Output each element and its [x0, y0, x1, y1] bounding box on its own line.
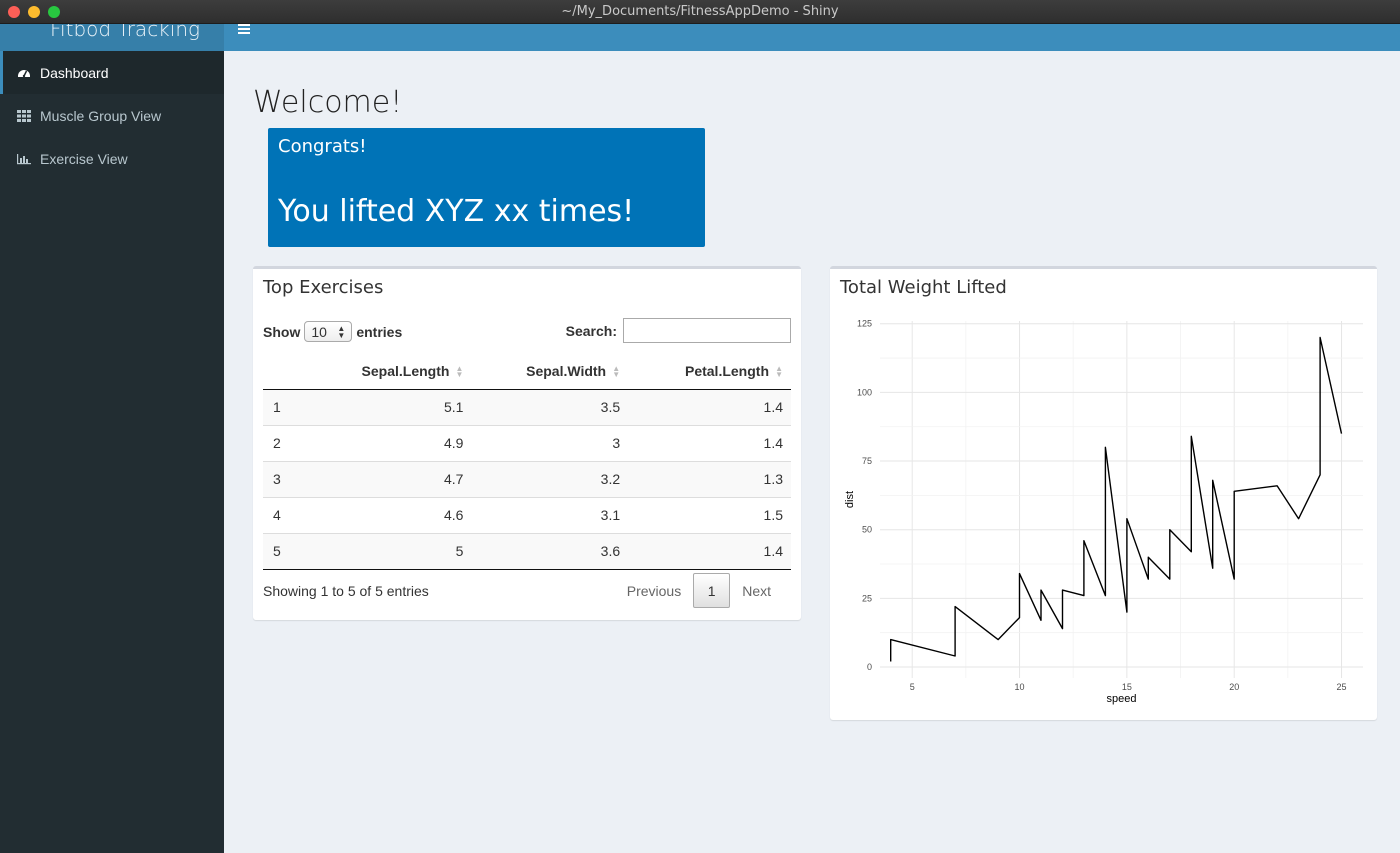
sort-icon: ▲ ▼	[775, 364, 783, 380]
bar-chart-icon	[17, 152, 31, 166]
sidebar-item-muscle-group-view[interactable]: Muscle Group View	[0, 94, 224, 137]
table-cell: 1.4	[628, 532, 791, 570]
window-controls	[8, 6, 60, 18]
table-cell: 3	[471, 424, 629, 461]
select-arrows-icon: ▲ ▼	[337, 323, 346, 340]
table-cell: 3.6	[471, 532, 629, 570]
minimize-window-button[interactable]	[28, 6, 40, 18]
search-input[interactable]	[623, 318, 791, 343]
table-cell: 2	[263, 424, 303, 461]
table-cell: 3.5	[471, 389, 629, 425]
table-header-row: Sepal.Length ▲ ▼ Sepal.Width ▲ ▼ Petal.Lengt…	[263, 353, 791, 390]
previous-page-button[interactable]: Previous	[615, 583, 693, 599]
x-tick-label: 15	[1122, 682, 1132, 692]
app-header: Fitbod Tracking	[0, 24, 1400, 51]
zoom-window-button[interactable]	[48, 6, 60, 18]
table-cell: 1	[263, 389, 303, 425]
column-header-label: Sepal.Length	[361, 362, 450, 379]
sidebar: Dashboard Muscle Group View Exercise Vie…	[0, 51, 224, 853]
table-cell: 3	[263, 460, 303, 497]
sidebar-item-label: Dashboard	[40, 64, 109, 81]
entries-select[interactable]: 10 ▲ ▼	[304, 321, 353, 342]
data-table: Sepal.Length ▲ ▼ Sepal.Width ▲ ▼ Petal.Lengt…	[263, 353, 791, 570]
table-cell: 5	[263, 532, 303, 570]
table-search: Search:	[566, 318, 791, 343]
entries-length-control: Show 10 ▲ ▼ entries	[263, 321, 402, 342]
table-cell: 4.6	[302, 496, 472, 533]
sort-icon: ▲ ▼	[612, 364, 621, 380]
search-label: Search:	[565, 322, 617, 339]
table-cell: 1.3	[628, 460, 791, 497]
table-cell: 3.1	[471, 496, 629, 533]
pagination: Previous 1 Next	[615, 573, 783, 608]
series-line	[890, 336, 1343, 662]
table-cell: 4.7	[302, 460, 472, 497]
sidebar-item-dashboard[interactable]: Dashboard	[0, 51, 224, 94]
y-axis-label: dist	[844, 491, 856, 508]
sidebar-item-label: Muscle Group View	[40, 107, 162, 124]
close-window-button[interactable]	[8, 6, 20, 18]
entries-select-value: 10	[311, 323, 327, 340]
table-cell: 5	[302, 532, 472, 570]
y-tick-label: 125	[857, 319, 872, 329]
column-header-sepal-length[interactable]: Sepal.Length ▲ ▼	[302, 353, 472, 390]
app-logo-text: Fitbod Tracking	[50, 24, 200, 41]
top-exercises-box: Top Exercises Show 10 ▲ ▼ entries Search:…	[253, 266, 801, 620]
x-tick-label: 20	[1229, 682, 1239, 692]
table-row: 4 4.6 3.1 1.5	[263, 496, 791, 533]
table-row: 2 4.9 3 1.4	[263, 424, 791, 461]
table-cell: 1.4	[628, 389, 791, 425]
y-tick-label: 50	[862, 525, 872, 535]
y-tick-label: 25	[862, 593, 872, 603]
box-title: Top Exercises	[263, 277, 384, 298]
column-header-sepal-width[interactable]: Sepal.Width ▲ ▼	[471, 353, 629, 390]
table-cell: 1.4	[628, 424, 791, 461]
column-header-label: Sepal.Width	[526, 362, 607, 379]
table-cell: 4.9	[302, 424, 472, 461]
table-cell: 4	[263, 496, 303, 533]
y-tick-label: 75	[862, 456, 872, 466]
top-navbar	[224, 24, 1400, 51]
x-tick-label: 10	[1015, 682, 1025, 692]
value-box: Congrats! You lifted XYZ xx times!	[268, 128, 705, 247]
table-cell: 1.5	[628, 496, 791, 533]
page-1-button[interactable]: 1	[693, 573, 731, 608]
th-icon	[17, 109, 31, 123]
value-box-value: You lifted XYZ xx times!	[278, 194, 635, 229]
app-logo[interactable]: Fitbod Tracking	[0, 24, 224, 51]
column-header-petal-length[interactable]: Petal.Length ▲ ▼	[628, 353, 791, 390]
sidebar-toggle-button[interactable]	[238, 24, 252, 36]
next-page-button[interactable]: Next	[730, 583, 783, 599]
x-tick-label: 5	[910, 682, 915, 692]
main-content: Welcome! Congrats! You lifted XYZ xx tim…	[224, 51, 1400, 853]
table-row: 5 5 3.6 1.4	[263, 532, 791, 570]
y-tick-label: 100	[857, 387, 872, 397]
sort-icon: ▲ ▼	[455, 364, 464, 380]
line-chart: 5 10 15 20 25 0 25 50 75 100 125 speed dist	[844, 319, 1363, 705]
sidebar-item-label: Exercise View	[40, 150, 128, 167]
page-title: Welcome!	[253, 85, 403, 120]
column-header-index[interactable]	[263, 353, 303, 390]
entries-label: entries	[356, 323, 403, 340]
value-box-title: Congrats!	[278, 136, 367, 157]
table-cell: 5.1	[302, 389, 472, 425]
table-row: 3 4.7 3.2 1.3	[263, 460, 791, 497]
window-title: ~/My_Documents/FitnessAppDemo - Shiny	[561, 4, 839, 19]
x-tick-label: 25	[1337, 682, 1347, 692]
table-info: Showing 1 to 5 of 5 entries	[263, 583, 429, 599]
x-axis-label: speed	[1107, 693, 1137, 705]
show-label: Show	[263, 323, 301, 340]
table-cell: 3.2	[471, 460, 629, 497]
table-row: 1 5.1 3.5 1.4	[263, 389, 791, 425]
y-tick-label: 0	[867, 662, 872, 672]
window-title-bar: ~/My_Documents/FitnessAppDemo - Shiny	[0, 0, 1400, 24]
sidebar-item-exercise-view[interactable]: Exercise View	[0, 137, 224, 180]
dashboard-icon	[17, 66, 31, 80]
column-header-label: Petal.Length	[684, 362, 769, 379]
total-weight-box: Total Weight Lifted 5 10 15 20 25 0 25 50 75 100 1…	[830, 266, 1377, 720]
